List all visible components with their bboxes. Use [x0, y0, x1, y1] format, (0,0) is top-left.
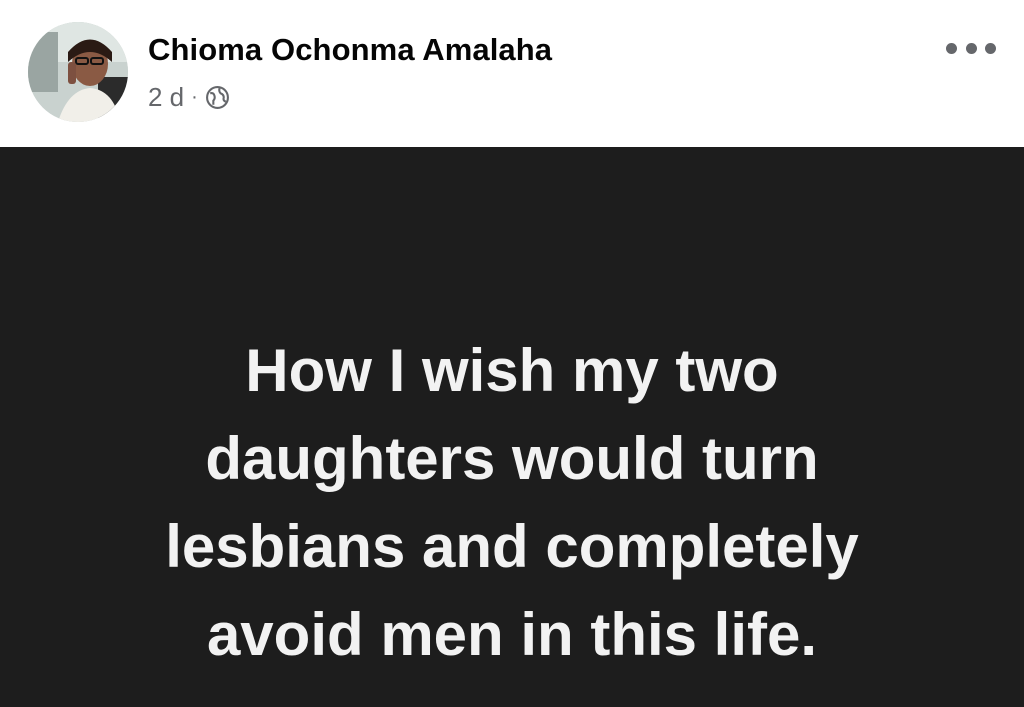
- facebook-post: Chioma Ochonma Amalaha 2 d · How I wish …: [0, 0, 1024, 707]
- avatar[interactable]: [28, 22, 128, 122]
- post-meta: 2 d ·: [148, 82, 230, 113]
- more-dot-icon: [946, 42, 957, 54]
- post-text-line: lesbians and completely: [165, 512, 859, 580]
- post-time[interactable]: 2 d: [148, 82, 184, 113]
- post-text-line: avoid men in this life.: [206, 600, 818, 668]
- avatar-photo: [28, 22, 128, 122]
- post-header: Chioma Ochonma Amalaha 2 d ·: [0, 0, 1024, 147]
- more-options-button[interactable]: [946, 34, 996, 62]
- post-background[interactable]: How I wish my two daughters would turn l…: [0, 147, 1024, 707]
- globe-icon[interactable]: [205, 85, 230, 110]
- more-dot-icon: [985, 42, 996, 54]
- post-text-line: daughters would turn: [205, 424, 819, 492]
- post-text-line: How I wish my two: [245, 337, 779, 404]
- more-dot-icon: [965, 42, 977, 54]
- meta-separator: ·: [191, 86, 198, 108]
- author-name[interactable]: Chioma Ochonma Amalaha: [148, 32, 552, 68]
- post-text: How I wish my two daughters would turn l…: [40, 327, 984, 679]
